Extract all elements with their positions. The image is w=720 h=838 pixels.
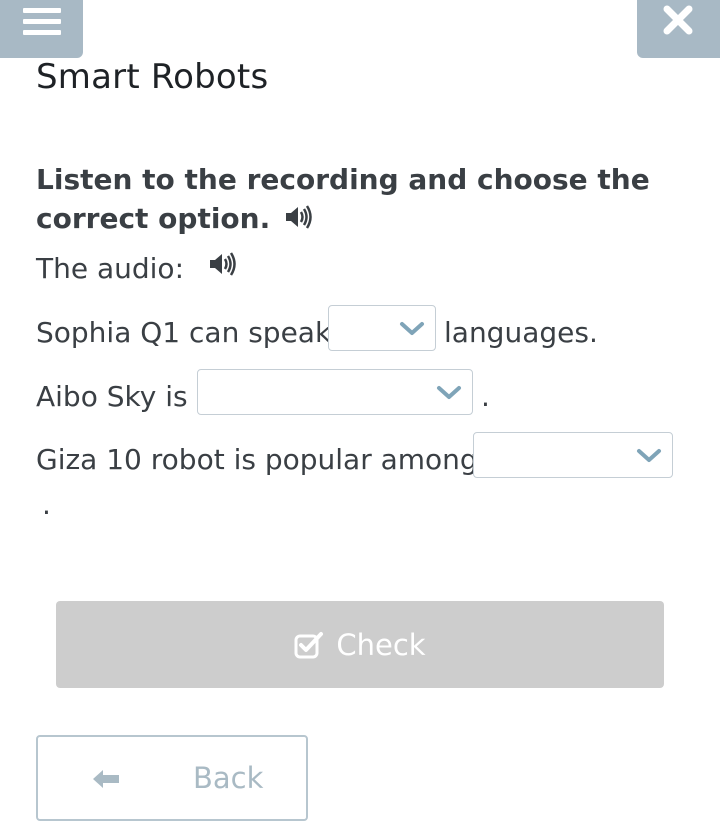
instruction-speaker-icon[interactable]: [284, 201, 314, 240]
audio-play-icon[interactable]: [208, 251, 238, 284]
task-instruction: Listen to the recording and choose the c…: [36, 160, 656, 240]
question-3-text-after: .: [42, 488, 51, 521]
question-2-dropdown[interactable]: [197, 369, 473, 415]
page-title: Smart Robots: [36, 57, 269, 97]
back-button-label: Back: [193, 761, 264, 795]
instruction-text: Listen to the recording and choose the c…: [36, 163, 650, 235]
chevron-down-icon: [637, 449, 661, 462]
back-button[interactable]: Back: [36, 735, 308, 821]
exercise-page: Smart Robots Listen to the recording and…: [0, 0, 720, 838]
checkbox-check-icon: [294, 631, 324, 658]
audio-label: The audio:: [36, 252, 184, 285]
question-3-text-before: Giza 10 robot is popular among: [36, 443, 478, 476]
question-3-dropdown[interactable]: [473, 432, 673, 478]
check-button-label: Check: [336, 627, 426, 662]
question-2-text-after: .: [481, 380, 490, 413]
close-x-icon: [663, 5, 693, 35]
audio-row: The audio:: [36, 251, 238, 287]
menu-button[interactable]: [0, 0, 83, 58]
chevron-down-icon: [437, 386, 461, 399]
arrow-left-icon: [93, 770, 119, 788]
question-2-text-before: Aibo Sky is: [36, 380, 188, 413]
question-1-text-before: Sophia Q1 can speak: [36, 316, 332, 349]
check-button[interactable]: Check: [56, 601, 664, 688]
chevron-down-icon: [400, 322, 424, 335]
question-1-dropdown[interactable]: [328, 305, 436, 351]
question-1-text-after: languages.: [444, 316, 598, 349]
close-button[interactable]: [637, 0, 720, 58]
